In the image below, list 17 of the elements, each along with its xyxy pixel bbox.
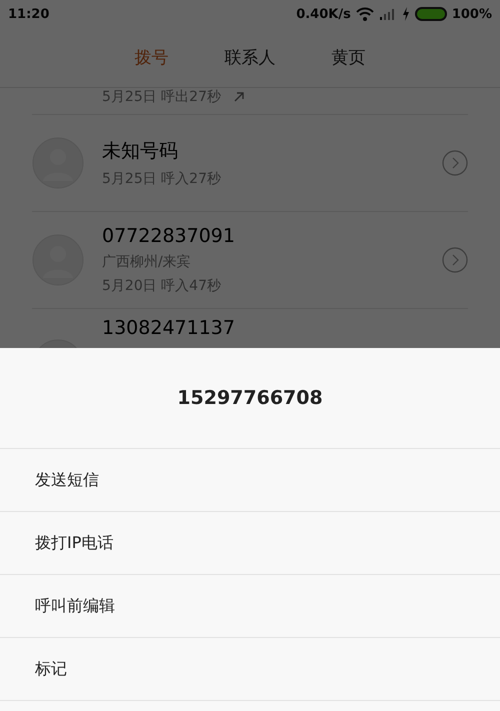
caller-name: 13082471137 — [102, 317, 236, 339]
battery-icon — [414, 7, 447, 21]
status-time: 11:20 — [8, 6, 50, 22]
wifi-icon — [356, 7, 374, 21]
battery-percentage: 100% — [452, 6, 492, 22]
menu-item[interactable]: 呼叫前编辑 — [0, 575, 500, 638]
menu-item[interactable]: 拨打IP电话 — [0, 512, 500, 575]
phone-number-title: 15297766708 — [0, 348, 500, 449]
caller-name: 07722837091 — [102, 225, 236, 247]
charging-icon — [402, 7, 410, 21]
caller-name: 未知号码 — [102, 139, 179, 164]
menu-item[interactable]: 发送短信 — [0, 449, 500, 512]
chevron-circle-icon — [442, 150, 468, 176]
network-speed: 0.40K/s — [296, 6, 351, 22]
menu-item[interactable]: 标记 — [0, 638, 500, 701]
signal-icon — [378, 8, 397, 20]
chevron-circle-icon — [442, 247, 468, 273]
